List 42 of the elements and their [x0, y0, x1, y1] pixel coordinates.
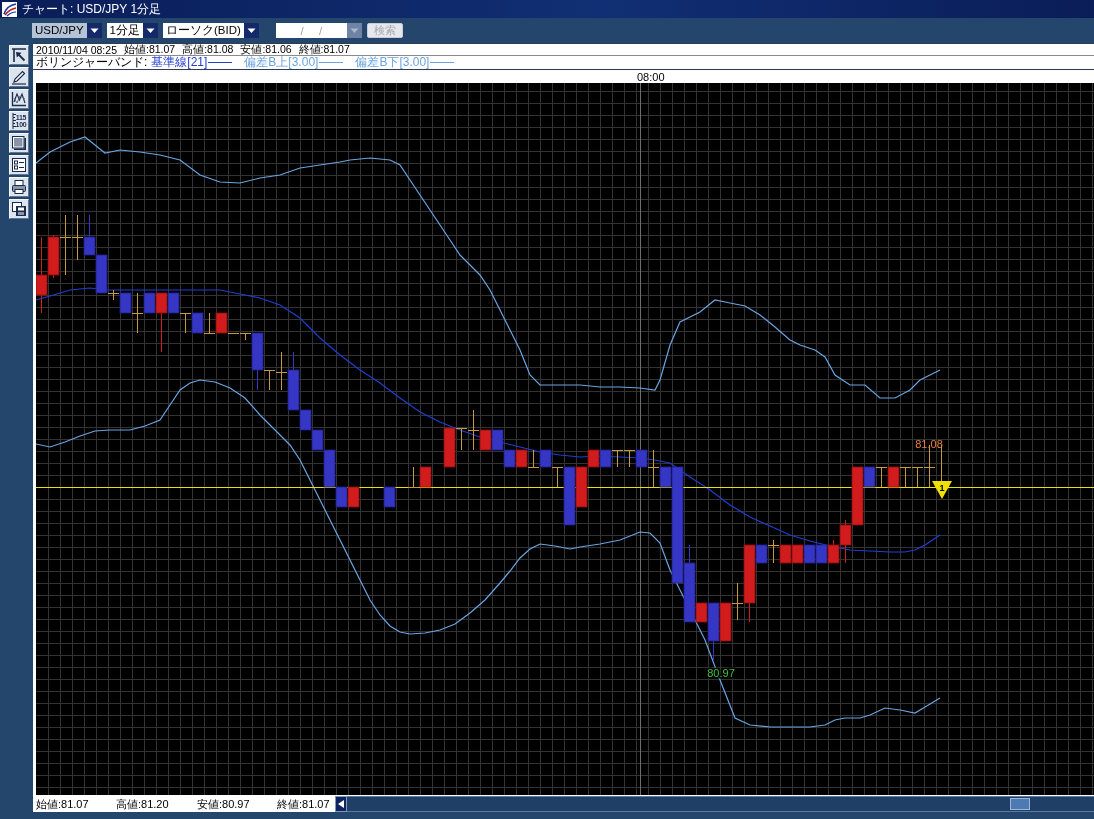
dropdown[interactable]: ローソク(BID)	[163, 23, 259, 38]
timestamp-text: 2010/11/04 08:25	[36, 43, 117, 56]
draw-tool-button[interactable]	[9, 67, 29, 87]
status-text: 始値:81.07	[36, 796, 90, 812]
scrollbar-thumb[interactable]	[1010, 798, 1030, 810]
dropdown[interactable]: 1分足	[106, 23, 158, 38]
status-text: 高値:81.20	[116, 796, 170, 812]
app-logo-icon	[2, 1, 17, 17]
pointer-icon	[11, 47, 27, 63]
window-icon	[11, 135, 27, 151]
price-text: 高値:81.08	[182, 42, 234, 56]
price-text: 安値:81.06	[240, 42, 292, 56]
status-text: 終値:81.07	[277, 796, 331, 812]
scroll-left-button[interactable]	[335, 796, 347, 812]
caret-icon	[243, 23, 259, 38]
price-text: 始値:81.07	[123, 42, 176, 56]
ruler-icon	[11, 113, 16, 129]
dropdown[interactable]: USD/JPY	[32, 23, 102, 38]
left-caret-icon	[338, 800, 344, 808]
pointer-tool-button[interactable]	[9, 45, 29, 65]
legend-label: 偏差B下[3.00]	[355, 56, 430, 69]
line-chart-icon	[11, 91, 27, 107]
indicator-label: ボリンジャーバンド:	[36, 56, 148, 69]
list-tool-button[interactable]	[9, 155, 29, 175]
printer-icon	[11, 179, 27, 195]
pencil-icon	[11, 69, 27, 85]
high-price-label: 81.08	[915, 438, 943, 450]
copy-icon	[11, 201, 27, 217]
position-marker: 1	[932, 481, 952, 499]
window-title: チャート: USD/JPY 1分足	[22, 0, 162, 18]
panel-tool-button[interactable]	[9, 133, 29, 153]
price-text: 終値:81.07	[298, 42, 350, 57]
caret-icon	[143, 23, 158, 38]
legend-label: 基準線[21]	[151, 56, 208, 69]
indicator-tool-button[interactable]	[9, 89, 29, 109]
checklist-icon	[11, 157, 27, 173]
legend-label: 偏差B上[3.00]	[244, 56, 319, 69]
status-text: 安値:80.97	[197, 796, 251, 812]
copy-button[interactable]	[9, 199, 29, 219]
time-axis-label: 08:00	[637, 70, 665, 83]
print-button[interactable]	[9, 177, 29, 197]
caret-icon	[86, 23, 102, 38]
